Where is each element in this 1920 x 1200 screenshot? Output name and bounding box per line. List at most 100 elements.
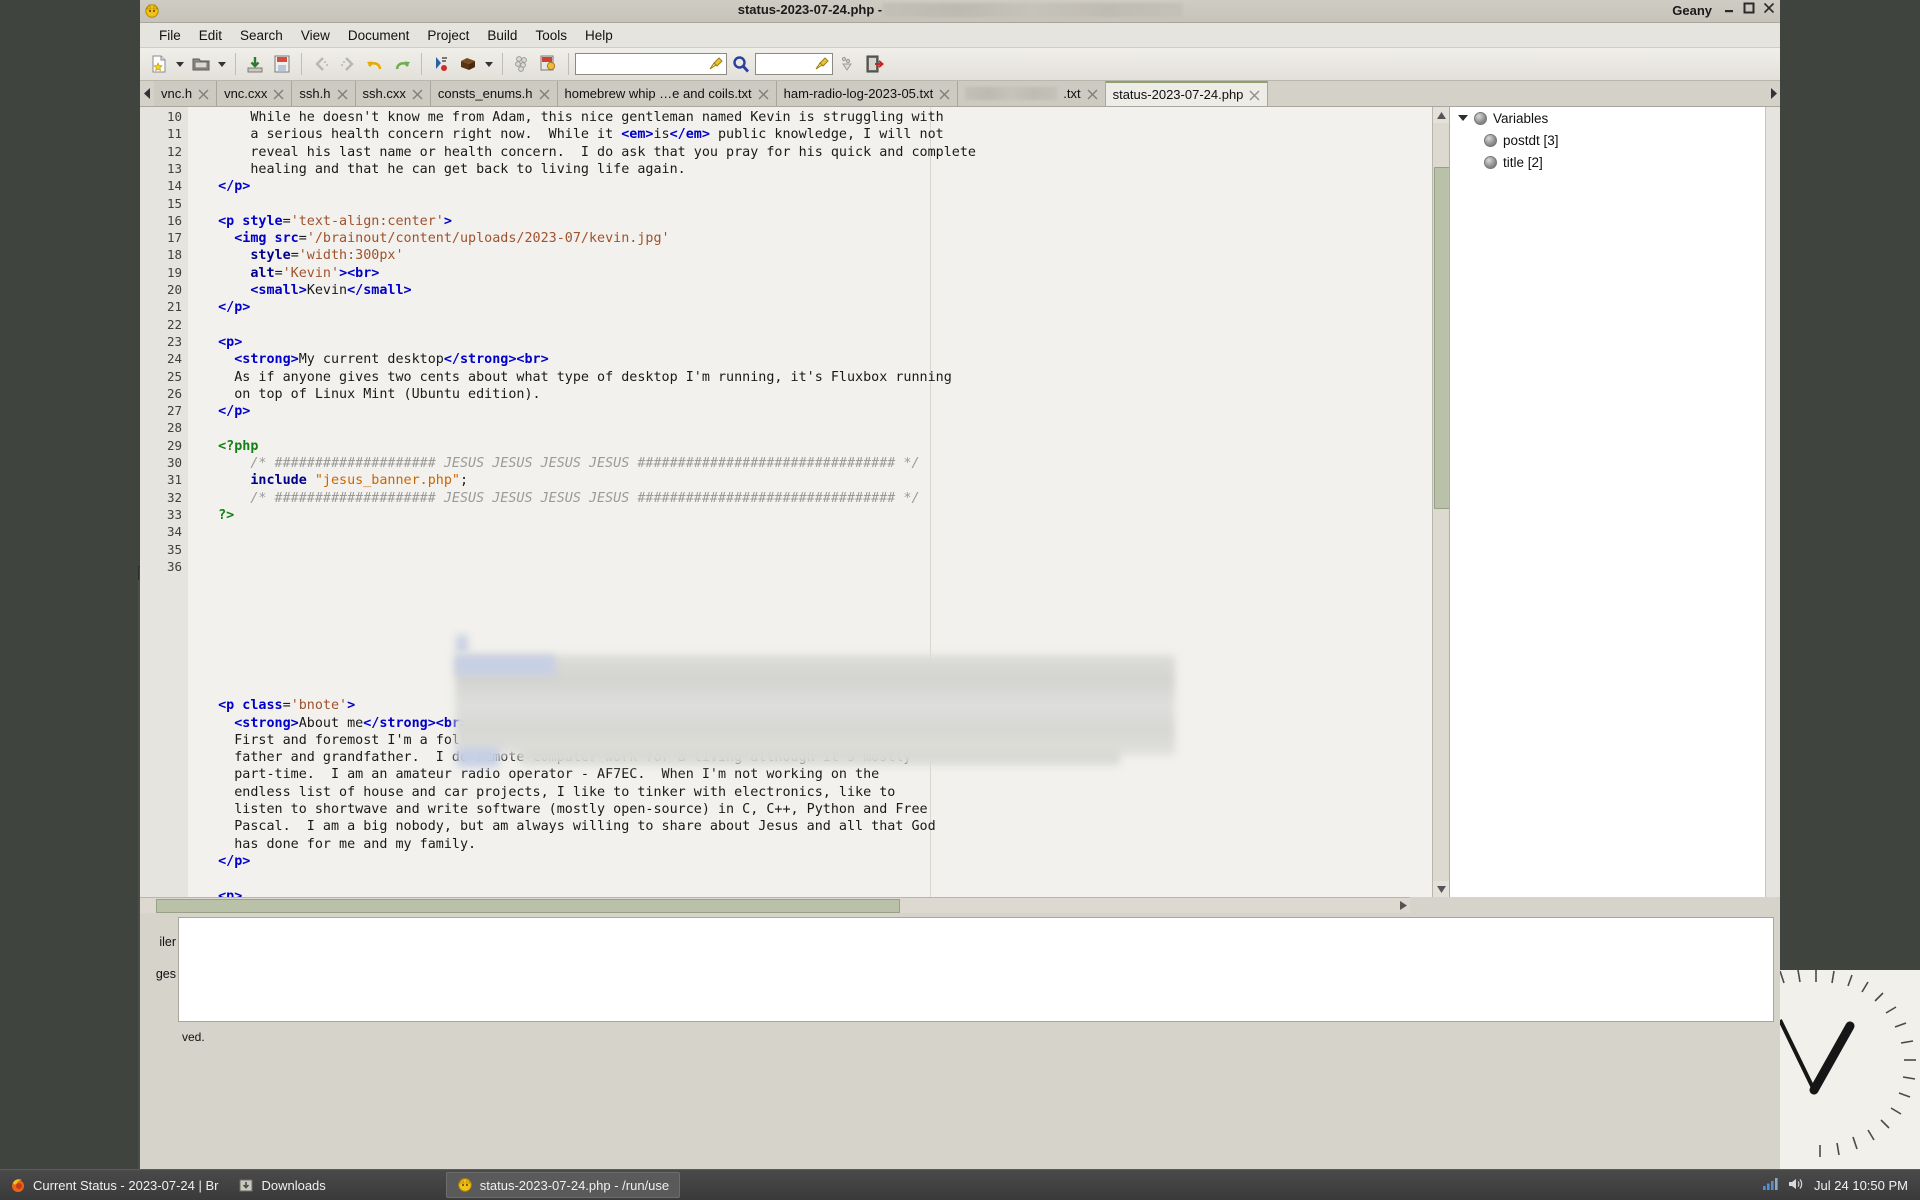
window-titlebar[interactable]: status-2023-07-24.php - Geany bbox=[140, 0, 1780, 23]
tab-ham-radio-log-txt[interactable]: ham-radio-log-2023-05.txt bbox=[777, 81, 959, 106]
tab-close-icon[interactable] bbox=[198, 88, 209, 99]
message-pane-output[interactable] bbox=[178, 917, 1774, 1022]
code-line[interactable]: listen to shortwave and write software (… bbox=[202, 801, 928, 818]
close-icon[interactable] bbox=[1762, 1, 1776, 15]
search-input[interactable] bbox=[575, 53, 727, 75]
tab-ssh-h[interactable]: ssh.h bbox=[292, 81, 355, 106]
undo-icon[interactable] bbox=[362, 51, 388, 77]
quit-icon[interactable] bbox=[861, 51, 887, 77]
maximize-icon[interactable] bbox=[1742, 1, 1756, 15]
code-line[interactable]: include "jesus_banner.php"; bbox=[202, 472, 468, 489]
code-folding-column[interactable] bbox=[188, 107, 202, 897]
tab-vnc-cxx[interactable]: vnc.cxx bbox=[217, 81, 292, 106]
tab-ssh-cxx[interactable]: ssh.cxx bbox=[356, 81, 431, 106]
menubar[interactable]: File Edit Search View Document Project B… bbox=[140, 23, 1780, 48]
menu-document[interactable]: Document bbox=[339, 25, 419, 46]
code-line[interactable]: <p> bbox=[202, 888, 242, 898]
tab-list[interactable]: vnc.h vnc.cxx ssh.h bbox=[154, 81, 1766, 106]
code-line[interactable]: </p> bbox=[202, 299, 250, 316]
code-line[interactable]: ?> bbox=[202, 507, 234, 524]
taskbar-item-downloads[interactable]: Downloads bbox=[228, 1173, 335, 1197]
code-line[interactable]: <p style='text-align:center'> bbox=[202, 213, 452, 230]
hscroll-thumb[interactable] bbox=[156, 899, 900, 913]
code-line[interactable]: <strong>About me</strong><br> bbox=[202, 715, 468, 732]
color-chooser-icon[interactable] bbox=[509, 51, 535, 77]
code-line[interactable]: Pascal. I am a big nobody, but am always… bbox=[202, 818, 936, 835]
code-line[interactable]: a serious health concern right now. Whil… bbox=[202, 126, 944, 143]
build-icon[interactable] bbox=[455, 51, 481, 77]
code-line[interactable]: healing and that he can get back to livi… bbox=[202, 161, 686, 178]
tab-close-icon[interactable] bbox=[337, 88, 348, 99]
code-line[interactable]: While he doesn't know me from Adam, this… bbox=[202, 109, 944, 126]
open-file-icon[interactable] bbox=[188, 51, 214, 77]
code-line[interactable]: </p> bbox=[202, 178, 250, 195]
toolbar[interactable] bbox=[140, 48, 1780, 81]
menu-search[interactable]: Search bbox=[231, 25, 292, 46]
tab-homebrew-whip-txt[interactable]: homebrew whip …e and coils.txt bbox=[558, 81, 777, 106]
tab-scroll-right-icon[interactable] bbox=[1766, 81, 1780, 106]
tree-item-postdt[interactable]: postdt [3] bbox=[1450, 129, 1780, 151]
tab-close-icon[interactable] bbox=[1249, 89, 1260, 100]
menu-build[interactable]: Build bbox=[478, 25, 526, 46]
window-controls[interactable] bbox=[1722, 1, 1776, 15]
new-document-dropdown-icon[interactable] bbox=[173, 51, 187, 77]
code-line[interactable]: </p> bbox=[202, 853, 250, 870]
code-line[interactable]: <strong>My current desktop</strong><br> bbox=[202, 351, 549, 368]
tab-close-icon[interactable] bbox=[412, 88, 423, 99]
scroll-up-icon[interactable] bbox=[1433, 107, 1449, 123]
tab-consts-enums-h[interactable]: consts_enums.h bbox=[431, 81, 558, 106]
tab-close-icon[interactable] bbox=[939, 88, 950, 99]
editor-vertical-scrollbar[interactable] bbox=[1432, 107, 1449, 897]
find-button[interactable] bbox=[728, 51, 754, 77]
open-file-dropdown-icon[interactable] bbox=[215, 51, 229, 77]
tab-close-icon[interactable] bbox=[1087, 88, 1098, 99]
code-line[interactable]: As if anyone gives two cents about what … bbox=[202, 369, 952, 386]
save-icon[interactable] bbox=[242, 51, 268, 77]
menu-tools[interactable]: Tools bbox=[526, 25, 576, 46]
menu-project[interactable]: Project bbox=[418, 25, 478, 46]
menu-edit[interactable]: Edit bbox=[190, 25, 231, 46]
code-line[interactable]: reveal his last name or health concern. … bbox=[202, 144, 976, 161]
message-tab-messages[interactable]: ges bbox=[140, 967, 178, 981]
code-line[interactable]: </p> bbox=[202, 403, 250, 420]
run-icon[interactable] bbox=[536, 51, 562, 77]
code-line[interactable]: <p> bbox=[202, 334, 242, 351]
tab-close-icon[interactable] bbox=[273, 88, 284, 99]
message-tab-compiler[interactable]: iler bbox=[140, 935, 178, 949]
code-line[interactable]: has done for me and my family. bbox=[202, 836, 476, 853]
jump-to-icon[interactable] bbox=[834, 51, 860, 77]
document-tabbar[interactable]: vnc.h vnc.cxx ssh.h bbox=[140, 81, 1780, 107]
goto-line-input[interactable] bbox=[755, 53, 833, 75]
code-line[interactable]: on top of Linux Mint (Ubuntu edition). bbox=[202, 386, 541, 403]
code-line[interactable]: endless list of house and car projects, … bbox=[202, 784, 895, 801]
message-pane-tabs[interactable]: iler ges bbox=[140, 913, 176, 1028]
scroll-down-icon[interactable] bbox=[1433, 881, 1449, 897]
tab-vnc-h[interactable]: vnc.h bbox=[154, 81, 217, 106]
code-text[interactable]: While he doesn't know me from Adam, this… bbox=[202, 107, 1432, 897]
code-line[interactable]: <p class='bnote'> bbox=[202, 697, 355, 714]
symbols-sidebar[interactable]: Variables postdt [3] title [2] bbox=[1449, 107, 1780, 897]
tab-close-icon[interactable] bbox=[758, 88, 769, 99]
tree-item-title[interactable]: title [2] bbox=[1450, 151, 1780, 173]
menu-help[interactable]: Help bbox=[576, 25, 622, 46]
code-line[interactable]: /* #################### JESUS JESUS JESU… bbox=[202, 455, 920, 472]
minimize-icon[interactable] bbox=[1722, 1, 1736, 15]
system-tray[interactable]: Jul 24 10:50 PM bbox=[1762, 1177, 1920, 1193]
volume-icon[interactable] bbox=[1788, 1177, 1804, 1193]
code-line[interactable]: alt='Kevin'><br> bbox=[202, 265, 379, 282]
menu-view[interactable]: View bbox=[292, 25, 339, 46]
taskbar[interactable]: Current Status - 2023-07-24 | Br Downloa… bbox=[0, 1169, 1920, 1200]
taskbar-item-firefox[interactable]: Current Status - 2023-07-24 | Br bbox=[0, 1173, 228, 1197]
build-dropdown-icon[interactable] bbox=[482, 51, 496, 77]
tab-status-2023-07-24-php[interactable]: status-2023-07-24.php bbox=[1106, 81, 1269, 106]
menu-file[interactable]: File bbox=[150, 25, 190, 46]
code-line[interactable]: /* #################### JESUS JESUS JESU… bbox=[202, 490, 920, 507]
taskbar-item-geany[interactable]: status-2023-07-24.php - /run/use bbox=[446, 1172, 680, 1198]
save-all-icon[interactable] bbox=[269, 51, 295, 77]
tab-close-icon[interactable] bbox=[539, 88, 550, 99]
message-pane[interactable]: iler ges bbox=[140, 913, 1780, 1028]
new-document-icon[interactable] bbox=[146, 51, 172, 77]
editor-horizontal-scrollbar[interactable] bbox=[140, 897, 1410, 913]
sidebar-vertical-scrollbar[interactable] bbox=[1765, 107, 1780, 897]
code-editor[interactable]: 1011121314151617181920212223242526272829… bbox=[140, 107, 1432, 897]
